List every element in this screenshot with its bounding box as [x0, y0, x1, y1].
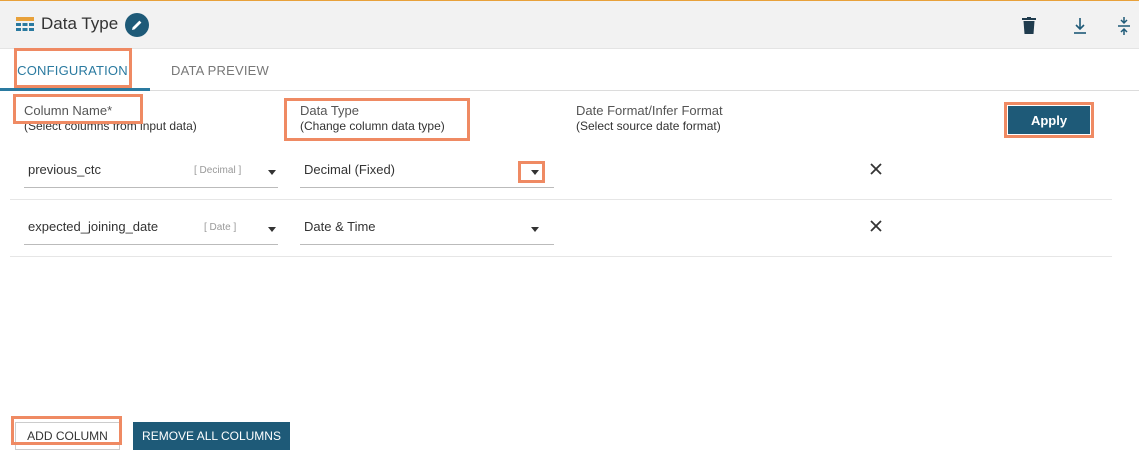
collapse-icon[interactable]: [1113, 15, 1135, 37]
column-name-subtitle: (Select columns from input data): [24, 119, 197, 133]
column-name-header: Column Name* (Select columns from input …: [24, 104, 197, 134]
data-type-header: Data Type (Change column data type): [300, 104, 445, 134]
data-type-select-value: Decimal (Fixed): [304, 162, 396, 177]
data-type-subtitle: (Change column data type): [300, 119, 445, 133]
pencil-icon[interactable]: [125, 13, 149, 37]
column-select-value: previous_ctc: [28, 162, 101, 177]
data-type-select[interactable]: Decimal (Fixed): [300, 157, 554, 188]
column-select-value: expected_joining_date: [28, 219, 159, 234]
column-select[interactable]: previous_ctc [ Decimal ]: [24, 157, 278, 188]
chevron-down-icon: [531, 227, 539, 232]
column-select[interactable]: expected_joining_date [ Date ]: [24, 214, 278, 245]
date-format-subtitle: (Select source date format): [576, 119, 721, 133]
chevron-down-icon: [268, 227, 276, 232]
panel-title: Data Type: [41, 14, 119, 33]
data-type-select[interactable]: Date & Time: [300, 214, 554, 245]
tab-configuration[interactable]: CONFIGURATION: [14, 56, 131, 90]
tab-bar: CONFIGURATION DATA PREVIEW: [0, 48, 1139, 91]
active-tab-indicator: [0, 88, 150, 91]
trash-icon[interactable]: [1018, 15, 1040, 37]
tab-data-preview[interactable]: DATA PREVIEW: [160, 56, 280, 90]
date-format-header: Date Format/Infer Format (Select source …: [576, 104, 723, 134]
grid-table-icon: [16, 17, 34, 33]
data-type-title: Data Type: [300, 103, 360, 118]
panel-header: Data Type: [0, 1, 1139, 49]
download-icon[interactable]: [1069, 15, 1091, 37]
chevron-down-icon: [268, 170, 276, 175]
column-name-title: Column Name*: [24, 103, 113, 118]
table-row: expected_joining_date [ Date ] Date & Ti…: [10, 200, 1112, 257]
source-type-tag: [ Decimal ]: [194, 165, 242, 176]
source-type-tag: [ Date ]: [204, 222, 237, 233]
close-icon[interactable]: [866, 216, 886, 236]
remove-all-columns-button[interactable]: REMOVE ALL COLUMNS: [133, 422, 290, 450]
apply-button[interactable]: Apply: [1008, 106, 1090, 134]
date-format-title: Date Format/Infer Format: [576, 103, 723, 118]
table-row: previous_ctc [ Decimal ] Decimal (Fixed): [10, 143, 1112, 200]
data-type-select-value: Date & Time: [304, 219, 376, 234]
add-column-button[interactable]: ADD COLUMN: [15, 422, 120, 450]
close-icon[interactable]: [866, 159, 886, 179]
chevron-down-icon[interactable]: [531, 170, 539, 175]
